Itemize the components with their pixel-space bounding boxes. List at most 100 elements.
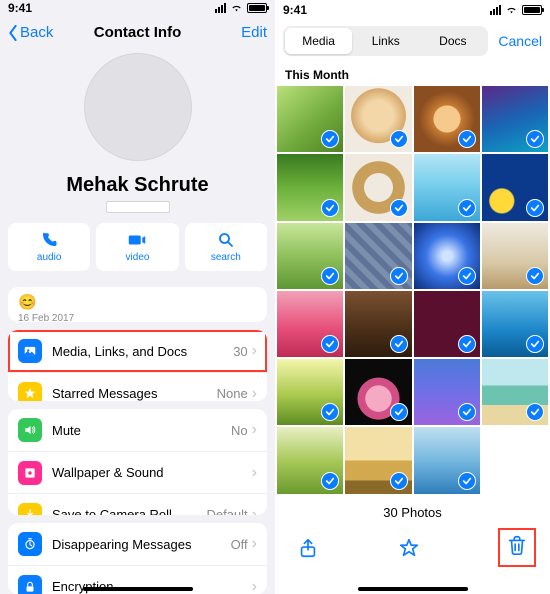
camera-roll-row[interactable]: Save to Camera Roll Default ›: [8, 493, 267, 515]
chevron-right-icon: ›: [252, 385, 257, 401]
photo-thumb[interactable]: [345, 86, 411, 152]
cellular-icon: [490, 5, 501, 15]
mute-value: No: [231, 423, 248, 438]
photo-thumb[interactable]: [277, 154, 343, 220]
check-icon: [458, 403, 476, 421]
media-label: Media, Links, and Docs: [52, 344, 233, 359]
mute-label: Mute: [52, 423, 231, 438]
photo-thumb[interactable]: [277, 291, 343, 357]
media-count: 30: [233, 344, 247, 359]
photo-thumb[interactable]: [414, 223, 480, 289]
photo-thumb[interactable]: [482, 86, 548, 152]
status-indicators: [490, 5, 542, 15]
mute-row[interactable]: Mute No ›: [8, 409, 267, 451]
check-icon: [458, 267, 476, 285]
wifi-icon: [505, 5, 518, 15]
video-icon: [128, 231, 146, 249]
photo-thumb[interactable]: [482, 154, 548, 220]
starred-messages-row[interactable]: Starred Messages None ›: [8, 372, 267, 401]
photo-thumb[interactable]: [482, 359, 548, 425]
back-button[interactable]: Back: [8, 24, 53, 41]
photo-thumb[interactable]: [345, 223, 411, 289]
search-label: search: [211, 252, 241, 263]
search-icon: [217, 231, 235, 249]
nav-bar: Back Contact Info Edit: [0, 17, 275, 49]
wallpaper-row[interactable]: Wallpaper & Sound ›: [8, 451, 267, 493]
disappearing-label: Disappearing Messages: [52, 537, 231, 552]
note-card: 😊 16 Feb 2017: [8, 287, 267, 322]
section-header: This Month: [275, 62, 550, 86]
wallpaper-label: Wallpaper & Sound: [52, 465, 252, 480]
photo-thumb[interactable]: [277, 427, 343, 493]
starred-label: Starred Messages: [52, 386, 217, 401]
audio-label: audio: [37, 252, 61, 263]
chevron-right-icon: ›: [252, 464, 257, 482]
note-row[interactable]: 😊 16 Feb 2017: [8, 287, 267, 322]
search-button[interactable]: search: [185, 223, 267, 271]
check-icon: [458, 199, 476, 217]
photo-thumb[interactable]: [277, 223, 343, 289]
home-indicator[interactable]: [358, 587, 468, 591]
media-links-docs-row[interactable]: Media, Links, and Docs 30 ›: [8, 330, 267, 372]
video-button[interactable]: video: [96, 223, 178, 271]
profile-header: Mehak Schrute: [0, 49, 275, 223]
tab-media[interactable]: Media: [285, 28, 352, 54]
photo-grid: [275, 86, 550, 494]
audio-button[interactable]: audio: [8, 223, 90, 271]
segmented-header: Media Links Docs Cancel: [275, 20, 550, 62]
battery-icon: [522, 5, 542, 15]
check-icon: [526, 335, 544, 353]
photo-thumb[interactable]: [414, 154, 480, 220]
check-icon: [390, 267, 408, 285]
emoji-icon: 😊: [18, 293, 257, 311]
check-icon: [526, 267, 544, 285]
chevron-right-icon: ›: [252, 506, 257, 516]
chevron-right-icon: ›: [252, 535, 257, 553]
photo-thumb[interactable]: [482, 223, 548, 289]
photo-thumb[interactable]: [345, 291, 411, 357]
status-indicators: [215, 3, 267, 13]
wallpaper-icon: [18, 461, 42, 485]
check-icon: [526, 199, 544, 217]
disappearing-value: Off: [231, 537, 248, 552]
check-icon: [390, 403, 408, 421]
photos-icon: [18, 339, 42, 363]
star-icon[interactable]: [398, 537, 420, 559]
photo-thumb[interactable]: [482, 291, 548, 357]
photo-thumb[interactable]: [345, 359, 411, 425]
phone-icon: [40, 231, 58, 249]
tab-docs[interactable]: Docs: [419, 28, 486, 54]
check-icon: [458, 335, 476, 353]
photo-thumb[interactable]: [414, 359, 480, 425]
disappearing-row[interactable]: Disappearing Messages Off ›: [8, 523, 267, 565]
segmented-control[interactable]: Media Links Docs: [283, 26, 488, 56]
photo-thumb[interactable]: [277, 86, 343, 152]
contact-name: Mehak Schrute: [0, 174, 275, 197]
edit-button[interactable]: Edit: [241, 24, 267, 41]
check-icon: [321, 199, 339, 217]
cancel-button[interactable]: Cancel: [498, 33, 542, 49]
tab-links[interactable]: Links: [352, 28, 419, 54]
photo-thumb[interactable]: [345, 427, 411, 493]
back-label: Back: [20, 24, 53, 41]
trash-icon: [506, 534, 528, 556]
status-bar: 9:41: [0, 0, 275, 17]
photo-thumb[interactable]: [414, 427, 480, 493]
home-indicator[interactable]: [83, 587, 193, 591]
photo-thumb[interactable]: [277, 359, 343, 425]
photo-thumb[interactable]: [414, 291, 480, 357]
check-icon: [458, 130, 476, 148]
photo-thumb[interactable]: [345, 154, 411, 220]
share-icon[interactable]: [297, 537, 319, 559]
check-icon: [390, 335, 408, 353]
media-gallery-screen: 9:41 Media Links Docs Cancel This Month: [275, 0, 550, 594]
delete-button[interactable]: [498, 528, 536, 567]
phone-field[interactable]: [106, 201, 170, 213]
photo-thumb[interactable]: [414, 86, 480, 152]
check-icon: [321, 472, 339, 490]
check-icon: [390, 130, 408, 148]
avatar[interactable]: [84, 53, 192, 161]
photo-thumb[interactable]: [482, 427, 548, 493]
battery-icon: [247, 3, 267, 13]
star-icon: [18, 382, 42, 401]
